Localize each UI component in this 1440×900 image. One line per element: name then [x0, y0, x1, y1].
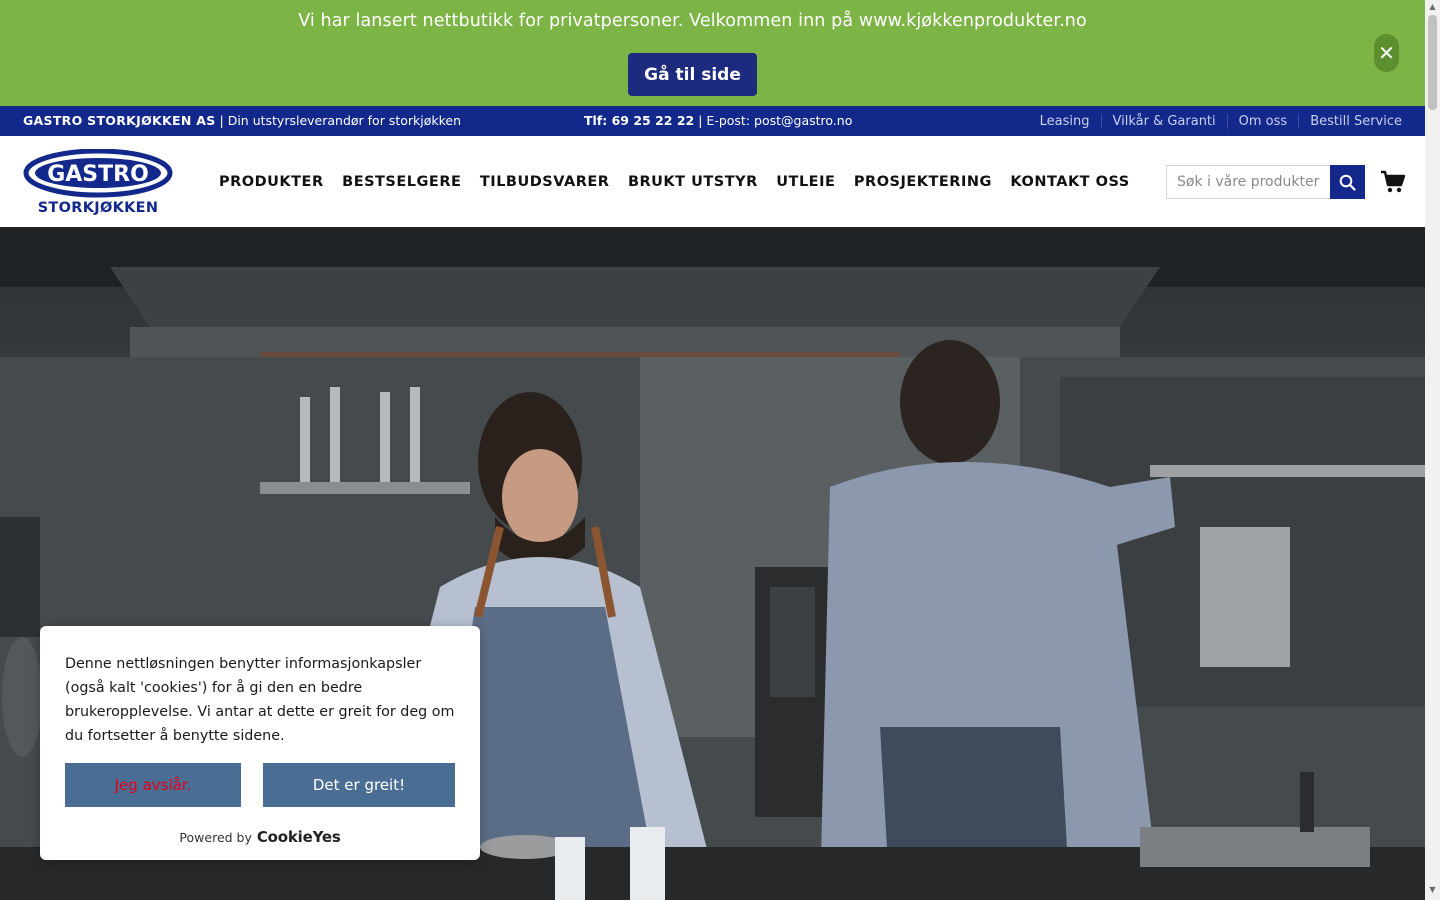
cart-icon: [1381, 170, 1406, 193]
page-scrollbar[interactable]: ▲ ▼: [1425, 0, 1440, 900]
close-announcement-button[interactable]: ✕: [1374, 34, 1399, 72]
go-to-site-button[interactable]: Gå til side: [628, 53, 757, 96]
cookie-message: Denne nettløsningen benytter informasjon…: [65, 656, 455, 744]
announcement-bar: Vi har lansert nettbutikk for privatpers…: [0, 0, 1425, 106]
search-input[interactable]: [1166, 165, 1330, 199]
phone-number[interactable]: Tlf: 69 25 22 22: [584, 113, 694, 128]
nav-rental[interactable]: UTLEIE: [776, 174, 835, 190]
company-name: GASTRO STORKJØKKEN AS: [23, 113, 216, 128]
nav-contact[interactable]: KONTAKT OSS: [1010, 174, 1129, 190]
logo-graphic: GASTRO STORKJØKKEN: [23, 148, 173, 216]
main-header: GASTRO STORKJØKKEN PRODUKTER BESTSELGERE…: [0, 136, 1425, 227]
top-links: Leasing Vilkår & Garanti Om oss Bestill …: [1029, 106, 1402, 136]
link-terms-warranty[interactable]: Vilkår & Garanti: [1100, 113, 1227, 129]
main-nav: PRODUKTER BESTSELGERE TILBUDSVARER BRUKT…: [219, 136, 1148, 227]
nav-used-equipment[interactable]: BRUKT UTSTYR: [628, 174, 758, 190]
close-icon: ✕: [1378, 41, 1395, 65]
separator: |: [219, 113, 224, 128]
cart-button[interactable]: [1380, 170, 1406, 194]
nav-offers[interactable]: TILBUDSVARER: [480, 174, 610, 190]
scroll-up-arrow-icon[interactable]: ▲: [1428, 2, 1437, 11]
announcement-text: Vi har lansert nettbutikk for privatpers…: [298, 11, 1087, 31]
top-info-bar: GASTRO STORKJØKKEN AS | Din utstyrslever…: [0, 106, 1425, 136]
cookie-powered-by: Powered by CookieYes: [40, 828, 480, 846]
site-logo[interactable]: GASTRO STORKJØKKEN: [23, 148, 173, 216]
page: Vi har lansert nettbutikk for privatpers…: [0, 0, 1440, 900]
nav-project-planning[interactable]: PROSJEKTERING: [854, 174, 992, 190]
search-button[interactable]: [1330, 165, 1365, 199]
nav-products[interactable]: PRODUKTER: [219, 174, 324, 190]
powered-by-label: Powered by: [179, 829, 252, 845]
logo-text-bottom: STORKJØKKEN: [38, 200, 159, 215]
link-leasing[interactable]: Leasing: [1029, 114, 1101, 129]
contact-info: Tlf: 69 25 22 22 | E-post: post@gastro.n…: [584, 113, 852, 128]
email-address[interactable]: | E-post: post@gastro.no: [698, 113, 852, 128]
search-icon: [1339, 174, 1356, 191]
scroll-down-arrow-icon[interactable]: ▼: [1428, 885, 1437, 894]
tagline: Din utstyrsleverandør for storkjøkken: [227, 113, 462, 128]
nav-bestsellers[interactable]: BESTSELGERE: [342, 174, 461, 190]
cookie-consent-banner: Denne nettløsningen benytter informasjon…: [40, 626, 480, 860]
company-info: GASTRO STORKJØKKEN AS | Din utstyrslever…: [23, 113, 461, 128]
logo-text-top: GASTRO: [47, 162, 149, 187]
link-about[interactable]: Om oss: [1226, 113, 1299, 129]
cookie-decline-button[interactable]: Jeg avslår.: [65, 763, 241, 807]
search-box: [1166, 165, 1365, 199]
cookieyes-logo[interactable]: CookieYes: [257, 828, 341, 846]
scroll-thumb[interactable]: [1428, 15, 1437, 110]
link-order-service[interactable]: Bestill Service: [1298, 113, 1402, 129]
cookie-accept-button[interactable]: Det er greit!: [263, 763, 455, 807]
